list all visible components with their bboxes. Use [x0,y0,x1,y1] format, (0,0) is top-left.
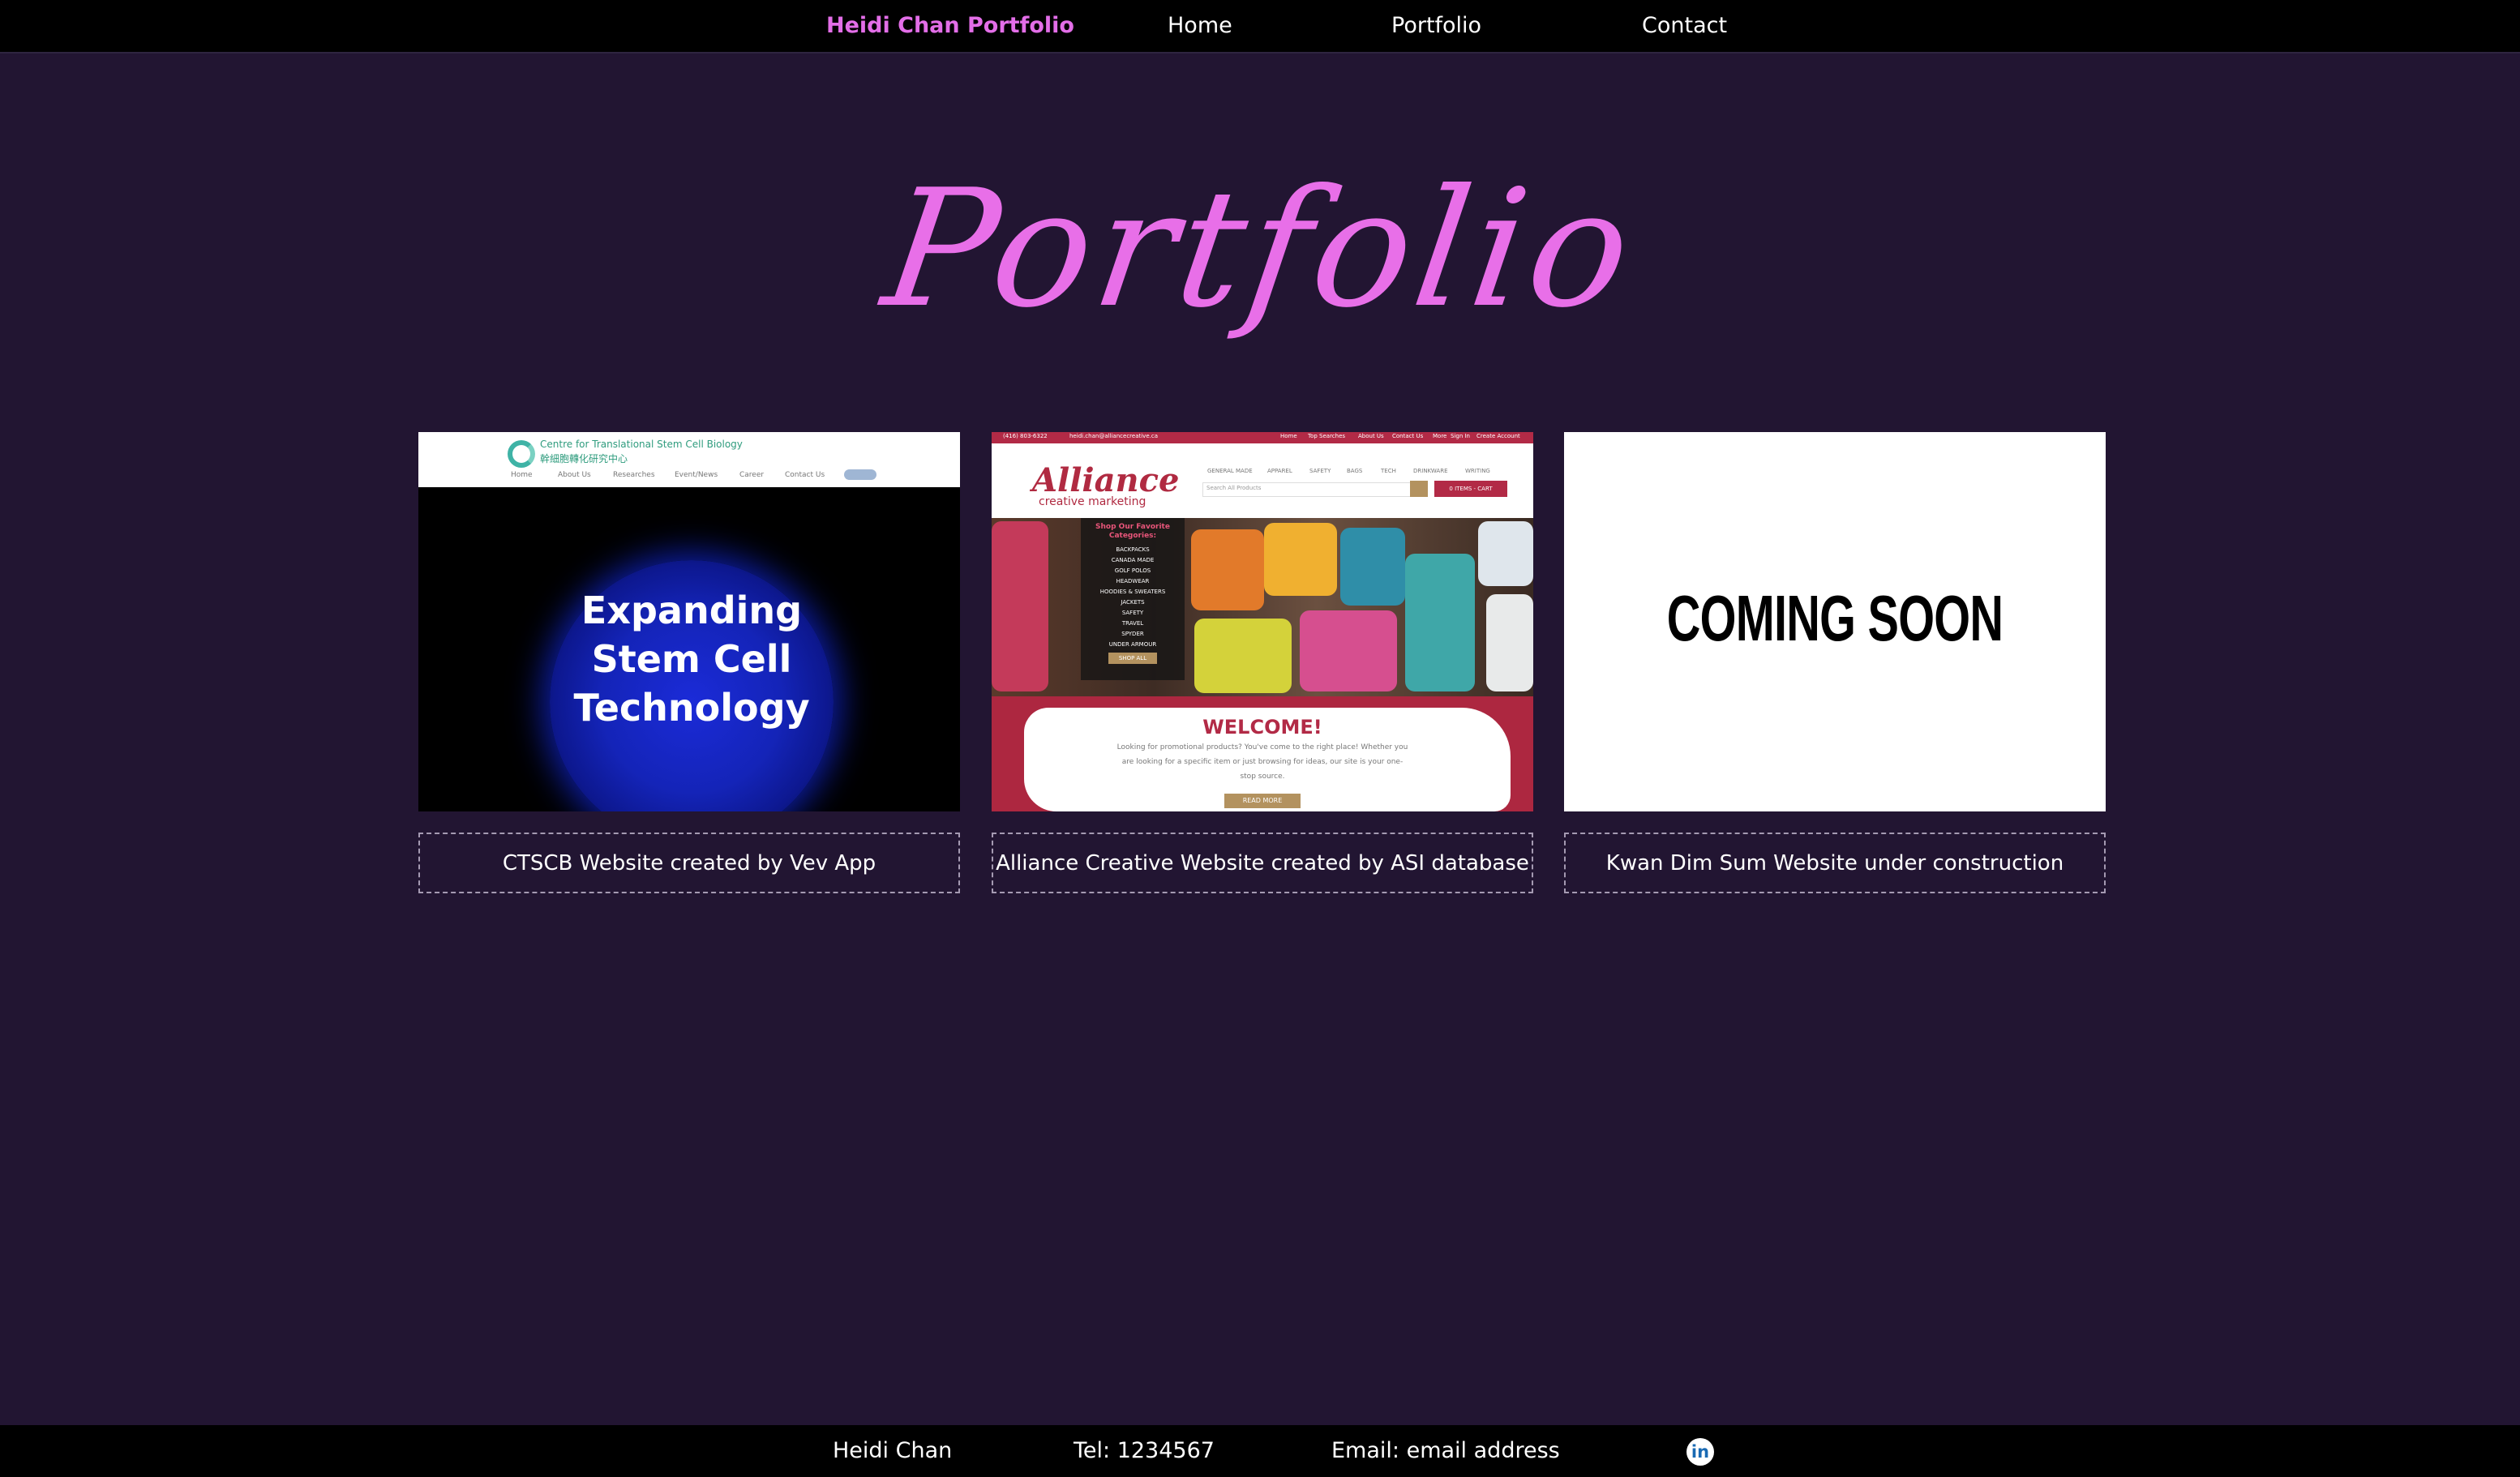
alliance-thumb-category: TRAVEL [1121,620,1144,627]
alliance-thumb-menu-item: APPAREL [1267,468,1292,474]
alliance-thumb-menu-item: DRINKWARE [1413,468,1448,474]
alliance-thumb-category: UNDER ARMOUR [1108,641,1157,648]
alliance-thumb-categories-title: Shop Our Favorite Categories: [1095,523,1170,540]
shirt-image [1264,523,1337,596]
alliance-thumb-menu-item: SAFETY [1309,468,1331,474]
ctscb-website-thumbnail[interactable]: Centre for Translational Stem Cell Biolo… [418,432,960,811]
alliance-thumb-search-placeholder: Search All Products [1206,485,1262,491]
shirt-image [1191,529,1264,610]
alliance-thumb-category: JACKETS [1121,599,1145,606]
alliance-thumb-welcome: WELCOME! [1202,716,1322,738]
alliance-thumb-category: HEADWEAR [1116,578,1150,584]
alliance-thumb-menu-item: TECH [1381,468,1396,474]
alliance-thumb-toplink: Contact Us [1392,433,1424,439]
alliance-thumb-read-more: READ MORE [1224,794,1301,808]
alliance-thumb-search-icon [1410,481,1428,497]
footer-name: Heidi Chan [833,1438,953,1463]
footer-email: Email: email address [1331,1438,1560,1463]
footer-tel: Tel: 1234567 [1074,1438,1215,1463]
alliance-thumb-welcome-text: stop source. [1240,773,1285,781]
coming-soon-text: COMING SOON [1666,582,2004,654]
alliance-thumb-cart: 0 ITEMS - CART [1434,481,1507,497]
ctscb-org-name-zh: 幹細胞轉化研究中心 [540,453,628,465]
shirt-image [992,521,1048,691]
alliance-thumb-welcome-text: Looking for promotional products? You've… [1116,743,1408,751]
ctscb-thumb-hero: Expanding Stem Cell Technology [418,487,960,811]
alliance-thumb-menu-item: GENERAL MADE [1207,468,1253,474]
linkedin-icon[interactable]: in [1686,1438,1714,1466]
footer: Heidi Chan Tel: 1234567 Email: email add… [0,1425,2520,1477]
alliance-thumb-toplink: Create Account [1476,433,1520,439]
nav-home-link[interactable]: Home [1168,0,1232,52]
alliance-thumb-search: Search All Products [1202,482,1415,497]
alliance-thumb-welcome-text: are looking for a specific item or just … [1121,758,1404,766]
alliance-thumb-category: GOLF POLOS [1114,567,1151,574]
ctscb-logo-icon [508,440,535,468]
alliance-logo-sub: creative marketing [1039,495,1146,508]
shirt-image [1486,594,1533,691]
alliance-thumb-category: SAFETY [1121,610,1144,616]
ctscb-caption[interactable]: CTSCB Website created by Vev App [418,833,960,893]
alliance-thumb-category: CANADA MADE [1111,557,1155,563]
ctscb-thumb-nav-item: Researches [613,471,655,479]
alliance-thumb-toplink: Top Searches [1308,433,1346,439]
ctscb-thumb-pill [844,469,876,480]
alliance-thumb-category: SPYDER [1121,631,1144,637]
ctscb-hero-line: Technology [573,686,810,730]
ctscb-thumb-nav-item: Home [511,471,533,479]
alliance-logo: Alliance [1032,461,1180,499]
alliance-thumb-toplink: Sign In [1451,433,1470,439]
nav-portfolio-link[interactable]: Portfolio [1391,0,1481,52]
ctscb-thumb-nav-item: Event/News [675,471,718,479]
brand-link[interactable]: Heidi Chan Portfolio [826,0,1074,52]
alliance-thumb-toplink: Home [1280,433,1297,439]
alliance-website-thumbnail[interactable]: (416) 803-6322 heidi.chan@alliancecreati… [992,432,1533,811]
alliance-caption[interactable]: Alliance Creative Website created by ASI… [992,833,1533,893]
alliance-thumb-email: heidi.chan@alliancecreative.ca [1069,433,1158,439]
shirt-image [1478,521,1533,586]
ctscb-thumb-nav-item: Career [739,471,765,479]
top-navigation: Heidi Chan Portfolio Home Portfolio Cont… [0,0,2520,54]
alliance-thumb-category: BACKPACKS [1116,546,1150,553]
alliance-thumb-category: HOODIES & SWEATERS [1099,589,1166,595]
shirt-image [1194,619,1292,693]
ctscb-thumb-nav-item: About Us [558,471,591,479]
ctscb-thumb-header: Centre for Translational Stem Cell Biolo… [418,432,960,487]
alliance-thumb-menu-item: BAGS [1347,468,1363,474]
alliance-thumb-menu-item: WRITING [1465,468,1490,474]
ctscb-thumb-nav-item: Contact Us [785,471,825,479]
alliance-thumb-phone: (416) 803-6322 [1003,433,1048,439]
ctscb-hero-line: Expanding [581,589,803,632]
kwan-dim-sum-thumbnail[interactable]: COMING SOON [1564,432,2106,811]
kwan-dim-sum-caption[interactable]: Kwan Dim Sum Website under construction [1564,833,2106,893]
alliance-thumb-toplink: More [1433,433,1447,439]
shirt-image [1405,554,1475,691]
page-title: Portfolio [873,155,1647,344]
nav-contact-link[interactable]: Contact [1642,0,1727,52]
shirt-image [1300,610,1397,691]
alliance-thumb-shop-all: SHOP ALL [1108,653,1157,664]
ctscb-org-name: Centre for Translational Stem Cell Biolo… [540,439,743,450]
alliance-thumb-toplink: About Us [1358,433,1384,439]
ctscb-hero-line: Stem Cell [591,637,792,681]
shirt-image [1340,528,1405,606]
